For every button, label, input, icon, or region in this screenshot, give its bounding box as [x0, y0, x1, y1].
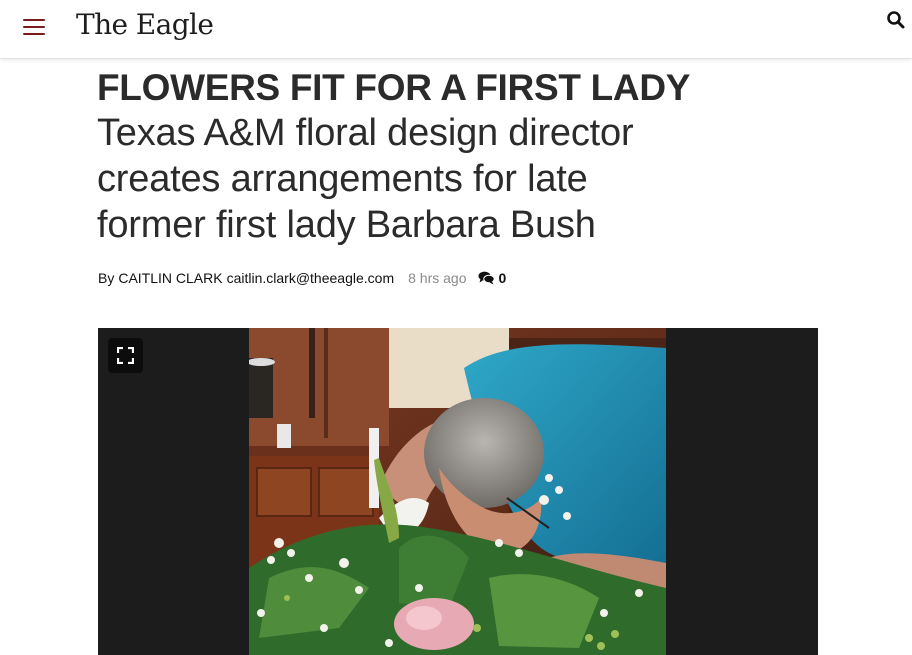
headline-title-line: former first lady Barbara Bush — [97, 204, 596, 246]
author-email-link[interactable]: caitlin.clark@theeagle.com — [227, 270, 395, 286]
site-header: The Eagle — [0, 0, 912, 59]
article-byline: By CAITLIN CLARK caitlin.clark@theeagle.co… — [98, 270, 506, 286]
search-icon[interactable] — [886, 10, 906, 30]
article-headline: FLOWERS FIT FOR A FIRST LADY Texas A&M f… — [97, 66, 817, 248]
fullscreen-expand-icon[interactable] — [108, 338, 143, 373]
headline-title-line: creates arrangements for late — [97, 158, 588, 200]
article-photo[interactable] — [247, 328, 666, 655]
byline-prefix: By — [98, 270, 115, 286]
comments-icon — [478, 271, 496, 285]
comment-count: 0 — [498, 270, 507, 286]
comments-link[interactable]: 0 — [478, 270, 506, 286]
hamburger-menu-icon[interactable] — [20, 16, 48, 40]
site-logo[interactable]: The Eagle — [76, 8, 214, 41]
headline-title-line: Texas A&M floral design director — [97, 112, 634, 154]
headline-title: Texas A&M floral design director creates… — [97, 110, 817, 248]
headline-kicker: FLOWERS FIT FOR A FIRST LADY — [97, 67, 691, 108]
author-name-link[interactable]: CAITLIN CLARK — [118, 270, 222, 286]
publish-time: 8 hrs ago — [408, 270, 467, 286]
article-photo-viewer — [98, 328, 818, 655]
